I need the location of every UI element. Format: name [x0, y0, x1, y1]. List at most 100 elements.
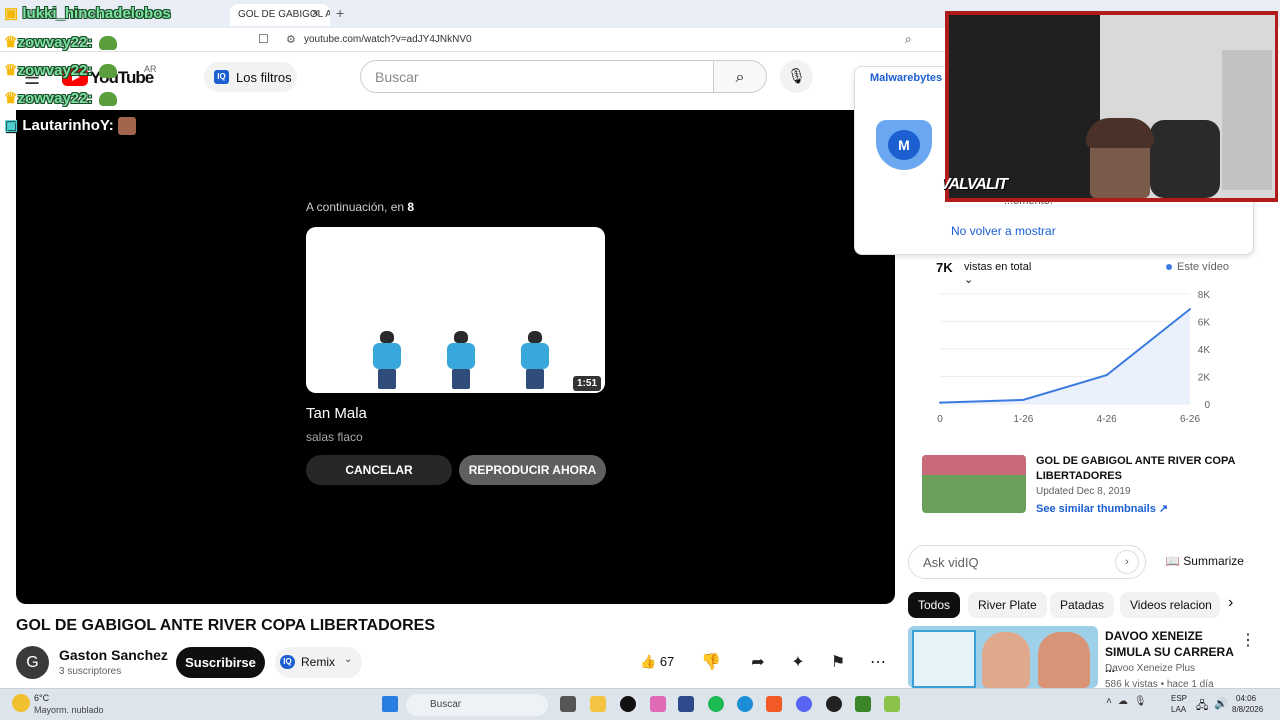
- related-video-title[interactable]: GOL DE GABIGOL ANTE RIVER COPA LIBERTADO…: [1036, 454, 1236, 484]
- tab-close-icon[interactable]: ×: [312, 6, 319, 20]
- url-text[interactable]: youtube.com/watch?v=adJY4JNkNV0: [304, 34, 472, 45]
- volume-icon[interactable]: 🔊: [1214, 697, 1228, 710]
- edge-icon[interactable]: [737, 696, 753, 712]
- next-video-title[interactable]: Tan Mala: [306, 405, 367, 422]
- views-select[interactable]: vistas en total ⌄: [958, 259, 1044, 286]
- y-tick-label: 8K: [1198, 290, 1211, 301]
- next-video-thumbnail[interactable]: [306, 227, 605, 393]
- microphone-icon[interactable]: 🎙: [780, 60, 813, 93]
- series-point: [1022, 398, 1025, 401]
- x-tick-label: 4-26: [1097, 414, 1117, 425]
- obs-icon[interactable]: [826, 696, 842, 712]
- crown-icon: ♛: [4, 62, 18, 79]
- similar-thumbnails-link[interactable]: See similar thumbnails ↗: [1036, 502, 1168, 515]
- badge-icon: ▣: [4, 117, 19, 134]
- dancer-figure: [444, 331, 478, 389]
- weather-icon[interactable]: [12, 694, 30, 712]
- related-video-thumbnail[interactable]: [922, 455, 1026, 513]
- ask-vidiq-input[interactable]: Ask vidIQ: [908, 545, 1146, 579]
- series-point: [939, 401, 941, 404]
- task-view-icon[interactable]: [560, 696, 576, 712]
- app-icon[interactable]: [620, 696, 636, 712]
- x-tick-label: 6-26: [1180, 414, 1200, 425]
- store-icon[interactable]: [678, 696, 694, 712]
- y-tick-label: 4K: [1198, 345, 1211, 356]
- bookmark-icon[interactable]: ☐: [258, 32, 269, 46]
- share-icon[interactable]: ➦: [741, 647, 775, 678]
- discord-icon[interactable]: [796, 696, 812, 712]
- region-code: AR: [144, 64, 157, 74]
- book-icon: 📖: [1165, 554, 1180, 568]
- y-tick-label: 0: [1204, 400, 1210, 411]
- views-count: 7K: [936, 260, 953, 275]
- webcam-hair: [1086, 118, 1154, 148]
- language-code[interactable]: ESP: [1171, 694, 1187, 703]
- subscribe-button[interactable]: Suscribirse: [176, 647, 265, 678]
- copilot-icon[interactable]: [650, 696, 666, 712]
- more-vert-icon[interactable]: ⋮: [1240, 630, 1256, 650]
- recommended-video-thumbnail[interactable]: [908, 626, 1098, 688]
- chat-username: zowvay22:: [17, 62, 93, 79]
- dancer-figure: [370, 331, 404, 389]
- cancel-button[interactable]: CANCELAR: [306, 455, 452, 485]
- system-tray[interactable]: ˄☁🎙: [1106, 696, 1153, 707]
- chat-username: zowvay22:: [17, 90, 93, 107]
- chevron-right-icon[interactable]: ›: [1228, 594, 1233, 612]
- chat-line: ▣ lukki_hinchadelobos: [4, 4, 171, 22]
- chat-username: lukki_hinchadelobos: [22, 5, 171, 22]
- search-icon[interactable]: ⌕: [713, 60, 767, 93]
- windows-start-icon[interactable]: [382, 696, 398, 712]
- crown-icon: ♛: [4, 34, 18, 51]
- file-explorer-icon[interactable]: [590, 696, 606, 712]
- streamer-logo: VALVALIT: [940, 176, 1008, 193]
- channel-avatar[interactable]: G: [16, 646, 49, 679]
- crown-icon: ♛: [4, 90, 18, 107]
- dismiss-link[interactable]: No volver a mostrar: [951, 224, 1056, 238]
- app-icon[interactable]: [884, 696, 900, 712]
- save-icon[interactable]: ⚑: [821, 647, 855, 678]
- dislike-icon[interactable]: 👎: [694, 647, 728, 678]
- clock-time[interactable]: 04:06: [1236, 694, 1256, 703]
- summarize-button[interactable]: 📖 Summarize: [1165, 554, 1244, 568]
- x-tick-label: 0: [937, 414, 943, 425]
- countdown-seconds: 8: [407, 200, 415, 214]
- spotify-icon[interactable]: [708, 696, 724, 712]
- new-tab-button[interactable]: +: [336, 5, 344, 21]
- y-tick-label: 6K: [1198, 318, 1211, 329]
- like-count: 67: [659, 654, 675, 669]
- taskbar-search[interactable]: Buscar: [406, 694, 548, 716]
- clock-date[interactable]: 8/8/2026: [1232, 705, 1263, 714]
- next-video-channel: salas flaco: [306, 430, 363, 444]
- like-button[interactable]: 👍 67: [628, 647, 690, 678]
- views-chart: 0 2K 4K 6K 8K 0 1-26 4-26 6-26: [937, 290, 1211, 425]
- webcam-background: [949, 15, 1104, 198]
- channel-name[interactable]: Gaston Sanchez: [59, 647, 168, 663]
- sparkle-icon[interactable]: ✦: [781, 647, 815, 678]
- chevron-down-icon[interactable]: ⌄: [344, 654, 352, 665]
- chat-line: ♛zowvay22:: [4, 33, 117, 51]
- chip-all[interactable]: Todos: [908, 592, 961, 618]
- network-icon[interactable]: 🖧: [1196, 697, 1208, 716]
- zoom-icon[interactable]: ⌕: [905, 32, 912, 47]
- subscriber-count: 3 suscriptores: [59, 666, 122, 677]
- chip-river-plate[interactable]: River Plate: [968, 592, 1047, 618]
- chat-line: ▣ LautarinhoY:: [4, 116, 136, 136]
- brave-icon[interactable]: [766, 696, 782, 712]
- frog-emote-icon: [98, 64, 117, 79]
- taskbar: [0, 688, 1280, 720]
- chevron-right-icon[interactable]: ›: [1115, 550, 1139, 574]
- chip-patadas[interactable]: Patadas: [1050, 592, 1115, 618]
- chat-line: ♛zowvay22:: [4, 61, 117, 79]
- chip-related-videos[interactable]: Videos relacion: [1120, 592, 1220, 618]
- minecraft-icon[interactable]: [855, 696, 871, 712]
- keyboard-layout[interactable]: LAA: [1171, 705, 1186, 714]
- legend-label: Este vídeo: [1177, 261, 1229, 273]
- play-now-button[interactable]: REPRODUCIR AHORA: [459, 455, 606, 485]
- series-point: [1189, 308, 1191, 311]
- site-info-icon[interactable]: ⚙: [286, 33, 296, 46]
- search-input[interactable]: Buscar: [360, 60, 714, 93]
- vidiq-icon: IQ: [214, 70, 229, 84]
- up-next-countdown: A continuación, en 8: [306, 200, 414, 214]
- chat-username: zowvay22:: [17, 34, 93, 51]
- more-icon[interactable]: ⋯: [861, 647, 895, 678]
